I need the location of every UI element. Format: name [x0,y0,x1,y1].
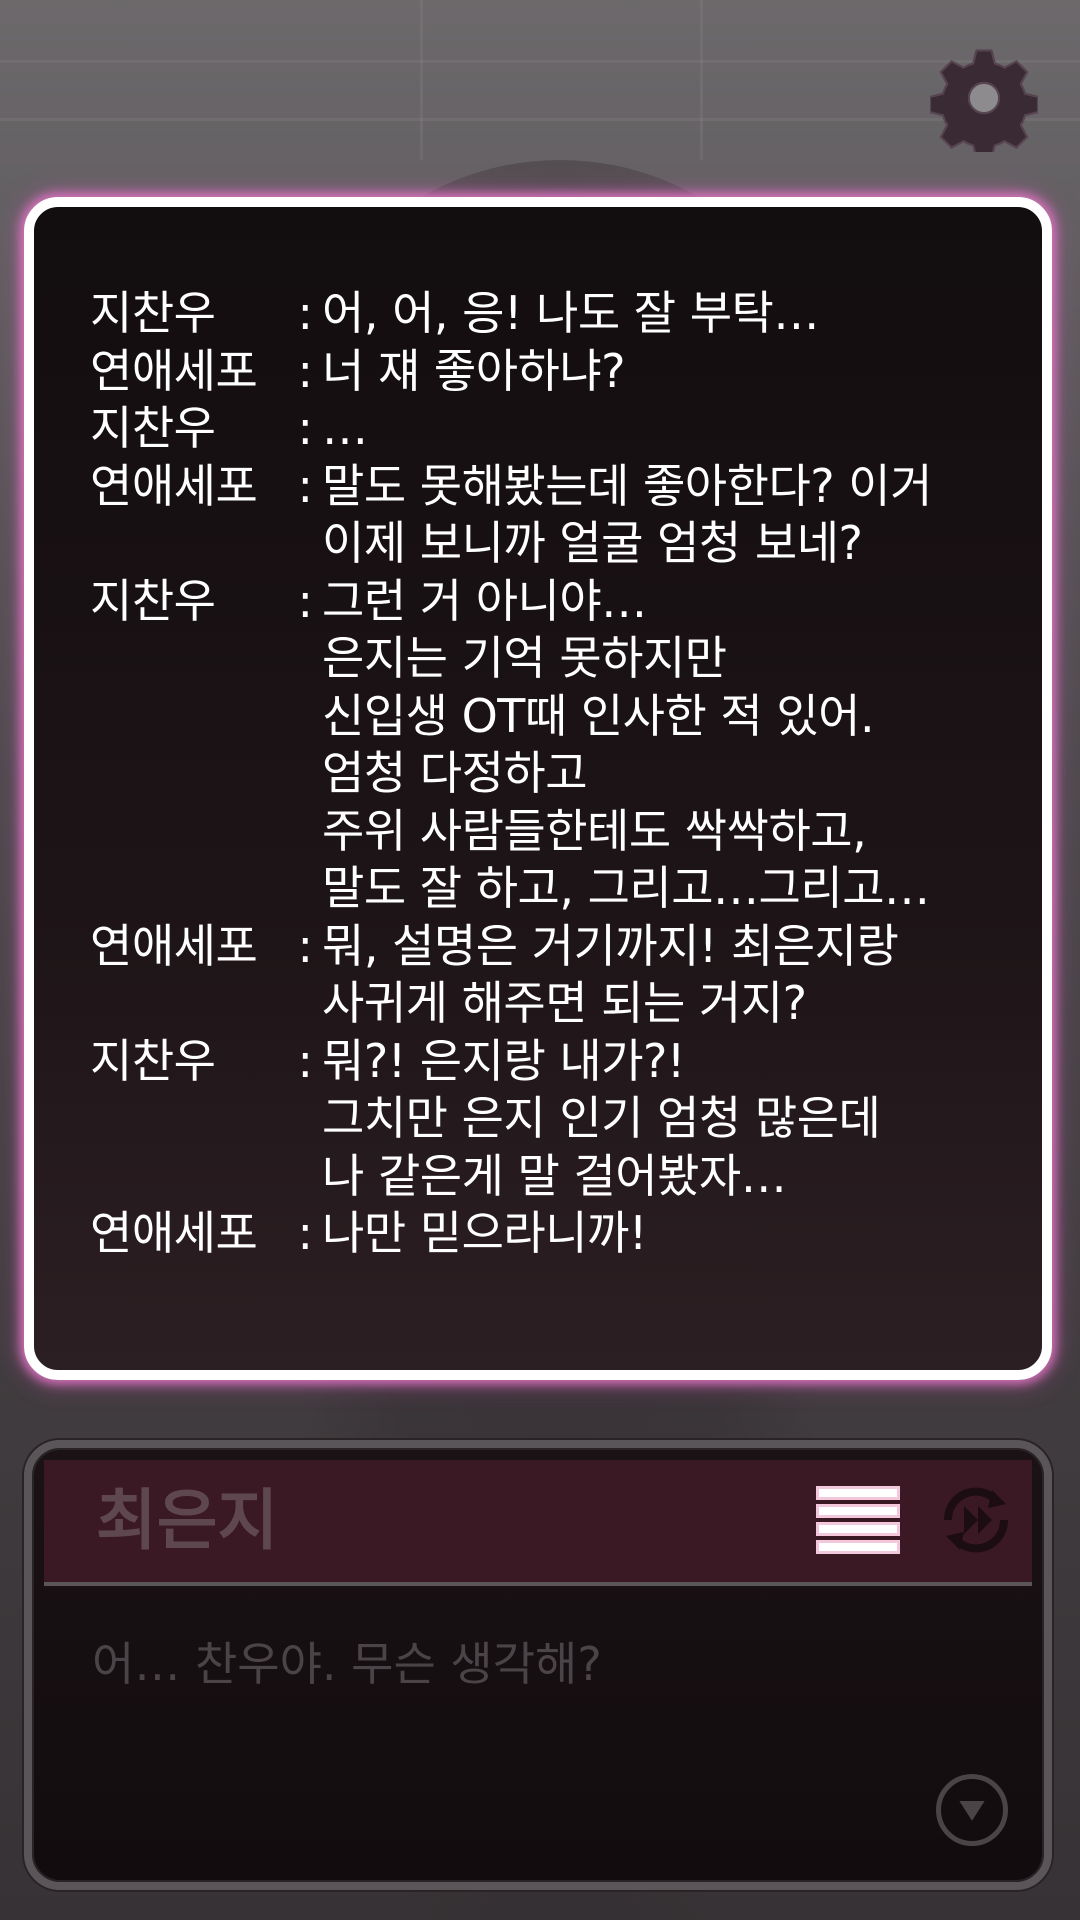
backlog-message: … [320,400,1042,458]
backlog-speaker: 지찬우 [90,286,216,340]
backlog-speaker: 지찬우 [90,1033,216,1088]
backlog-speaker: 연애세포 [90,458,258,513]
backlog-message: 뭐, 설명은 거기까지! 최은지랑 사귀게 해주면 되는 거지? [320,918,1042,1033]
backlog-colon: : [297,458,314,513]
gear-icon [930,49,1038,152]
backlog-colon: : [297,286,314,340]
backlog-entry: 연애세포: 말도 못해봤는데 좋아한다? 이거 이제 보니까 얼굴 엄청 보네? [90,458,1042,573]
backlog-line: 주위 사람들한테도 싹싹하고, [322,803,867,858]
backlog-colon: : [297,401,314,455]
backlog-entry: 연애세포: 너 쟤 좋아하냐? [90,343,1042,401]
name-bar: 최은지 [44,1460,1032,1586]
backlog-line: 이제 보니까 얼굴 엄청 보네? [322,516,863,570]
backlog-line: … [322,401,368,455]
backlog-message: 그런 거 아니야… 은지는 기억 못하지만 신입생 OT때 인사한 적 있어. 엄청 … [320,573,1042,918]
backlog-colon: : [297,1206,314,1260]
dialogue-box[interactable]: 최은지 어… 찬우야. 무슨 생각해? [24,1440,1052,1890]
backlog-menu-button[interactable] [816,1482,900,1558]
backlog-line: 그치만 은지 인기 엄청 많은데 [322,1091,881,1145]
backlog-colon: : [297,1033,314,1088]
backlog-entry: 지찬우: 뭐?! 은지랑 내가?! 그치만 은지 인기 엄청 많은데 나 같은게 말 … [90,1033,1042,1206]
backlog-speaker: 연애세포 [90,918,258,973]
backlog-colon: : [297,573,314,628]
backlog-message: 말도 못해봤는데 좋아한다? 이거 이제 보니까 얼굴 엄청 보네? [320,458,1042,573]
backlog-entry: 지찬우: 그런 거 아니야… 은지는 기억 못하지만 신입생 OT때 인사한 적 있어… [90,573,1042,918]
backlog-speaker: 지찬우 [90,573,216,628]
backlog-message: 너 쟤 좋아하냐? [320,343,1042,401]
speaker-name: 최은지 [96,1482,279,1559]
next-arrow-icon [959,1801,985,1821]
dialogue-text: 어… 찬우야. 무슨 생각해? [92,1637,602,1691]
backlog-message: 뭐?! 은지랑 내가?! 그치만 은지 인기 엄청 많은데 나 같은게 말 걸어봤자… [320,1033,1042,1206]
backlog-colon: : [297,343,314,398]
backlog-line: 어, 어, 응! 나도 잘 부탁… [322,286,819,340]
backlog-panel[interactable]: 지찬우: 어, 어, 응! 나도 잘 부탁… 연애세포: 너 쟤 좋아하냐? 지찬우:…… [24,197,1052,1380]
backlog-speaker: 연애세포 [90,343,258,398]
backlog-speaker: 연애세포 [90,1206,258,1260]
backlog-line: 뭐, 설명은 거기까지! 최은지랑 [322,918,899,973]
settings-button[interactable] [930,44,1038,152]
auto-play-button[interactable] [934,1478,1018,1562]
backlog-speaker: 지찬우 [90,401,216,455]
backlog-line: 너 쟤 좋아하냐? [322,343,626,398]
backlog-line: 신입생 OT때 인사한 적 있어. [322,688,875,743]
backlog-line: 뭐?! 은지랑 내가?! [322,1033,685,1088]
backlog-list: 지찬우: 어, 어, 응! 나도 잘 부탁… 연애세포: 너 쟤 좋아하냐? 지찬우:…… [90,285,1042,1263]
auto-play-icon [943,1487,1009,1553]
backlog-line: 사귀게 해주면 되는 거지? [322,976,807,1030]
backlog-colon: : [297,918,314,973]
backlog-line: 말도 못해봤는데 좋아한다? 이거 [322,458,932,513]
backlog-line: 나만 믿으라니까! [322,1206,647,1260]
backlog-line: 말도 잘 하고, 그리고…그리고… [322,861,930,915]
backlog-line: 그런 거 아니야… [322,573,647,628]
backlog-entry: 연애세포: 나만 믿으라니까! [90,1205,1042,1263]
backlog-entry: 연애세포: 뭐, 설명은 거기까지! 최은지랑 사귀게 해주면 되는 거지? [90,918,1042,1033]
backlog-line: 엄청 다정하고 [322,746,588,800]
backlog-entry: 지찬우: 어, 어, 응! 나도 잘 부탁… [90,285,1042,343]
backlog-entry: 지찬우:… [90,400,1042,458]
backlog-message: 나만 믿으라니까! [320,1205,1042,1263]
backlog-line: 은지는 기억 못하지만 [322,631,727,685]
next-button[interactable] [936,1774,1008,1846]
backlog-message: 어, 어, 응! 나도 잘 부탁… [320,285,1042,343]
backlog-line: 나 같은게 말 걸어봤자… [322,1148,787,1203]
